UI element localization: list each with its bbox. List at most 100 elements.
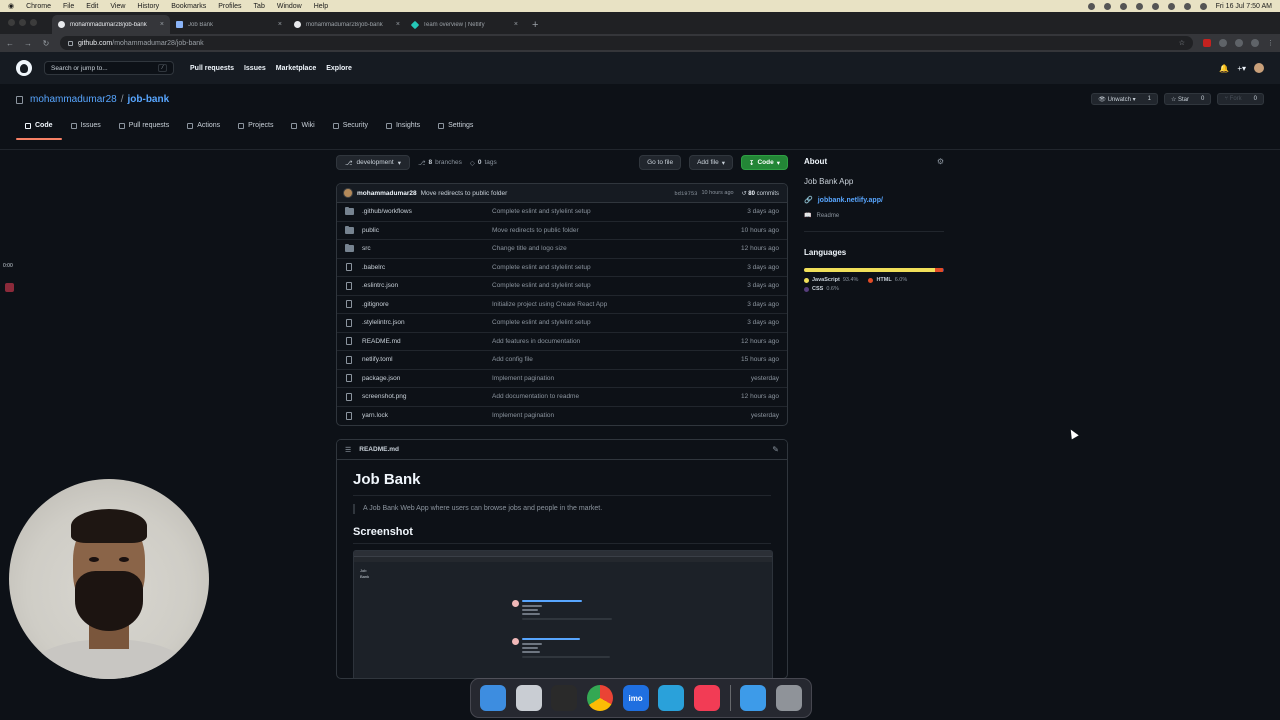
close-tab-icon[interactable]: × [514,21,518,28]
file-name-link[interactable]: README.md [362,338,492,345]
menubar-clock[interactable]: Fri 16 Jul 7:50 AM [1216,3,1272,10]
commit-author[interactable]: mohammadumar28 [357,190,417,197]
file-commit-message[interactable]: Complete eslint and stylelint setup [492,208,747,215]
branch-select[interactable]: ⎇ development ▾ [336,155,410,170]
bookmark-star-icon[interactable]: ☆ [1179,39,1185,47]
status-icon[interactable] [1087,2,1095,10]
menu-file[interactable]: File [63,3,74,10]
stop-recording-button[interactable] [5,283,14,292]
forward-icon[interactable]: → [24,39,32,48]
repo-name-link[interactable]: job-bank [128,94,170,105]
menu-edit[interactable]: Edit [86,3,98,10]
new-tab-button[interactable]: + [524,19,546,34]
readme-link[interactable]: 📖 Readme [804,212,944,220]
menu-chrome[interactable]: Chrome [26,3,51,10]
menu-profiles[interactable]: Profiles [218,3,241,10]
file-commit-message[interactable]: Complete eslint and stylelint setup [492,319,747,326]
nav-pull-requests[interactable]: Pull requests [190,65,234,72]
file-commit-message[interactable]: Add documentation to readme [492,393,741,400]
file-commit-message[interactable]: Add features in documentation [492,338,741,345]
apple-icon[interactable]: ◉ [8,2,14,10]
tags-link[interactable]: ◇ 0 tags [470,159,497,167]
tab-insights[interactable]: Insights [377,118,429,139]
tab-code[interactable]: Code [16,118,62,140]
menu-kebab-icon[interactable]: ⋮ [1267,39,1274,47]
menu-bookmarks[interactable]: Bookmarks [171,3,206,10]
dock-terminal-icon[interactable] [551,685,578,711]
address-bar[interactable]: github.com/mohammadumar28/job-bank ☆ [60,36,1193,50]
reload-icon[interactable]: ↻ [42,39,50,48]
browser-tab[interactable]: Team overview | Netlify × [406,15,524,34]
watch-button[interactable]: 👁 Unwatch ▾ 1 [1091,93,1158,105]
file-name-link[interactable]: public [362,227,492,234]
language-html[interactable]: HTML 6.0% [868,277,907,283]
file-commit-message[interactable]: Add config file [492,356,741,363]
file-name-link[interactable]: yarn.lock [362,412,492,419]
commits-link[interactable]: ↺ 80 commits [742,190,779,197]
search-input[interactable]: Search or jump to... / [44,61,174,75]
search-icon[interactable] [1183,2,1191,10]
file-commit-message[interactable]: Move redirects to public folder [492,227,741,234]
code-button[interactable]: ↧ Code ▾ [741,155,788,170]
file-name-link[interactable]: screenshot.png [362,393,492,400]
file-name-link[interactable]: netlify.toml [362,356,492,363]
browser-tab[interactable]: Job Bank × [170,15,288,34]
profile-icon[interactable] [1251,39,1259,47]
nav-marketplace[interactable]: Marketplace [276,65,316,72]
bell-icon[interactable]: 🔔 [1219,64,1229,73]
github-logo-icon[interactable] [16,60,32,76]
homepage-link[interactable]: 🔗 jobbank.netlify.app/ [804,196,944,205]
tab-projects[interactable]: Projects [229,118,282,139]
messenger-icon[interactable] [1103,2,1111,10]
dock-files-icon[interactable] [740,685,767,711]
tab-pull-requests[interactable]: Pull requests [110,118,178,139]
language-javascript[interactable]: JavaScript 93.4% [804,277,858,283]
file-commit-message[interactable]: Complete eslint and stylelint setup [492,282,747,289]
list-icon[interactable]: ☰ [345,446,351,454]
file-name-link[interactable]: .gitignore [362,301,492,308]
file-name-link[interactable]: .stylelintrc.json [362,319,492,326]
file-commit-message[interactable]: Change title and logo size [492,245,741,252]
tab-actions[interactable]: Actions [178,118,229,139]
dock-music-icon[interactable] [693,685,720,711]
tab-issues[interactable]: Issues [62,118,110,139]
close-tab-icon[interactable]: × [278,21,282,28]
menu-view[interactable]: View [110,3,125,10]
dock-telegram-icon[interactable] [658,685,685,711]
repo-owner-link[interactable]: mohammadumar28 [30,94,117,105]
file-name-link[interactable]: src [362,245,492,252]
puzzle-icon[interactable] [1235,39,1243,47]
menu-help[interactable]: Help [314,3,328,10]
extension-icon[interactable] [1219,39,1227,47]
file-commit-message[interactable]: Implement pagination [492,375,751,382]
fork-button[interactable]: ⑂ Fork 0 [1217,93,1264,105]
menu-history[interactable]: History [137,3,159,10]
extension-icon[interactable] [1203,39,1211,47]
file-commit-message[interactable]: Complete eslint and stylelint setup [492,264,747,271]
control-center-icon[interactable] [1199,2,1207,10]
add-file-button[interactable]: Add file ▾ [689,155,734,170]
wifi-icon[interactable] [1167,2,1175,10]
lock-icon[interactable] [68,40,73,46]
tab-settings[interactable]: Settings [429,118,482,139]
recording-icon[interactable] [1119,2,1127,10]
avatar[interactable] [1254,63,1264,73]
tab-wiki[interactable]: Wiki [282,118,323,139]
file-commit-message[interactable]: Implement pagination [492,412,751,419]
minimize-window-button[interactable] [19,19,26,26]
close-window-button[interactable] [8,19,15,26]
file-name-link[interactable]: package.json [362,375,492,382]
commit-hash[interactable]: bd19753 [674,190,697,197]
nav-explore[interactable]: Explore [326,65,352,72]
settings-icon[interactable] [1135,2,1143,10]
battery-icon[interactable] [1151,2,1159,10]
dock-chrome-icon[interactable] [586,685,613,711]
back-icon[interactable]: ← [6,39,14,48]
menu-window[interactable]: Window [277,3,302,10]
dock-finder-icon[interactable] [479,685,506,711]
tab-security[interactable]: Security [324,118,377,139]
pencil-icon[interactable]: ✎ [772,445,779,454]
browser-tab[interactable]: mohammadumar28/job-bank × [288,15,406,34]
nav-issues[interactable]: Issues [244,65,266,72]
close-tab-icon[interactable]: × [396,21,400,28]
